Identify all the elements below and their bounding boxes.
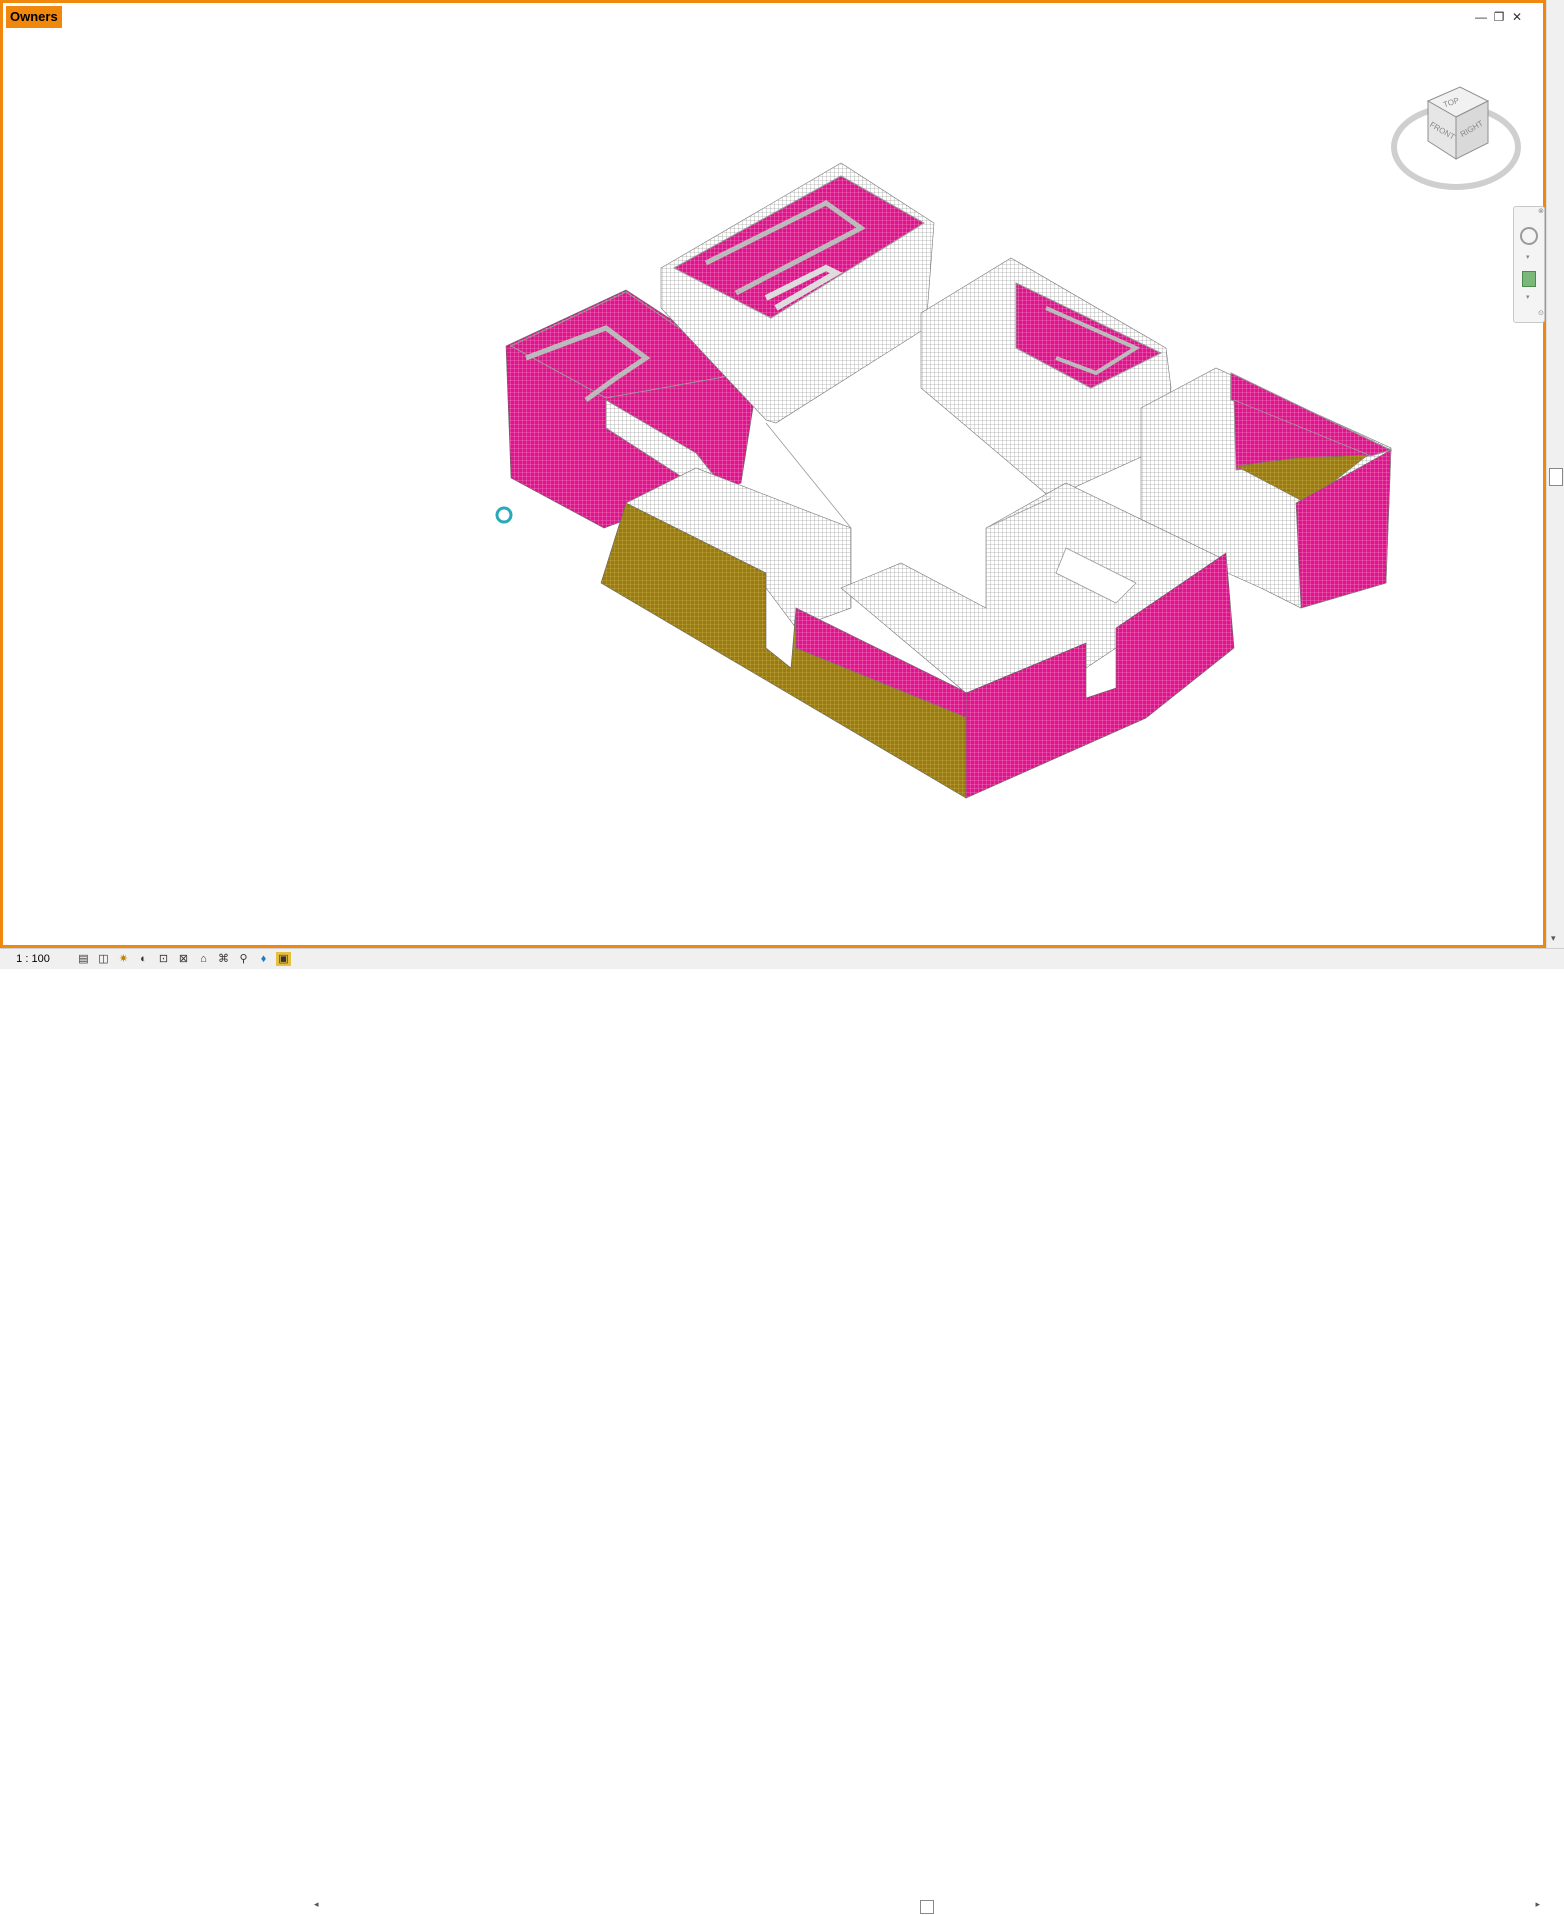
scroll-left-icon[interactable]: ◂ bbox=[314, 1899, 319, 1910]
chevron-down-icon[interactable]: ▾ bbox=[1526, 253, 1530, 261]
horizontal-scroll-thumb[interactable] bbox=[920, 1900, 934, 1914]
reveal-hidden-icon[interactable]: ⌘ bbox=[216, 952, 231, 966]
navbar-options-icon[interactable]: ⊙ bbox=[1538, 309, 1544, 317]
navigation-bar: ⊗ ▾ ▾ ⊙ bbox=[1513, 206, 1545, 323]
steering-wheel-icon[interactable] bbox=[1520, 227, 1538, 245]
reveal-constraints-icon[interactable]: ▣ bbox=[276, 952, 291, 966]
view-control-icons: ▤ ◫ ✷ ◐ ⊡ ⊠ ⌂ ⌘ ⚲ ♦ ▣ bbox=[76, 952, 291, 966]
crop-view-icon[interactable]: ⊡ bbox=[156, 952, 171, 966]
shadows-icon[interactable]: ◐ bbox=[136, 952, 151, 966]
highlight-displacement-icon[interactable]: ♦ bbox=[256, 952, 271, 966]
vertical-scrollbar[interactable]: ▾ bbox=[1546, 0, 1564, 948]
lock-3d-icon[interactable]: ⚲ bbox=[236, 952, 251, 966]
visual-style-icon[interactable]: ◫ bbox=[96, 952, 111, 966]
view-control-bar: 1 : 100 ▤ ◫ ✷ ◐ ⊡ ⊠ ⌂ ⌘ ⚲ ♦ ▣ ◂ ▸ bbox=[0, 948, 1564, 1914]
navbar-close-icon[interactable]: ⊗ bbox=[1538, 207, 1544, 215]
minimize-icon[interactable]: — bbox=[1475, 11, 1487, 23]
detail-level-icon[interactable]: ▤ bbox=[76, 952, 91, 966]
show-crop-icon[interactable]: ⊠ bbox=[176, 952, 191, 966]
loading-spinner-icon bbox=[495, 506, 513, 524]
vertical-scroll-thumb[interactable] bbox=[1549, 468, 1563, 486]
building-block-northeast bbox=[920, 257, 1172, 499]
view-title[interactable]: Owners bbox=[6, 6, 62, 28]
horizontal-scrollbar[interactable]: ◂ ▸ bbox=[312, 1899, 1542, 1915]
scroll-down-icon[interactable]: ▾ bbox=[1551, 933, 1556, 944]
view-window: Owners — ❐ ✕ TOP FRONT RIGHT ⊗ ▾ ▾ ⊙ bbox=[0, 0, 1546, 948]
temporary-hide-icon[interactable]: ⌂ bbox=[196, 952, 211, 966]
close-icon[interactable]: ✕ bbox=[1511, 11, 1523, 23]
restore-icon[interactable]: ❐ bbox=[1493, 11, 1505, 23]
sun-path-icon[interactable]: ✷ bbox=[116, 952, 131, 966]
scroll-right-icon[interactable]: ▸ bbox=[1535, 1899, 1540, 1910]
scale-selector[interactable]: 1 : 100 bbox=[0, 953, 66, 965]
chevron-down-icon[interactable]: ▾ bbox=[1526, 293, 1530, 301]
viewcube[interactable]: TOP FRONT RIGHT bbox=[1388, 81, 1528, 193]
3d-model-viewport[interactable] bbox=[6, 28, 1543, 948]
window-controls: — ❐ ✕ bbox=[1475, 11, 1523, 23]
zoom-region-icon[interactable] bbox=[1522, 271, 1536, 287]
